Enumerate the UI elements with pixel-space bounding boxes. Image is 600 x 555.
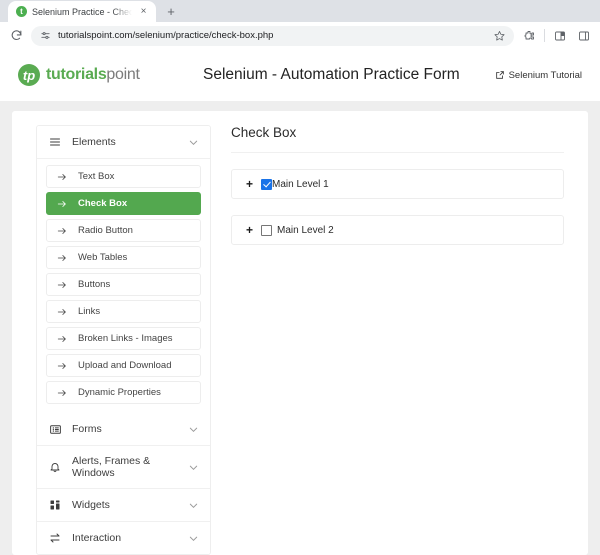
checkbox-main-level-1[interactable]: [261, 179, 272, 190]
sidebar-group-label: Interaction: [72, 532, 177, 544]
sidebar-item-web-tables[interactable]: Web Tables: [46, 246, 201, 269]
swap-arrows-icon: [48, 531, 62, 545]
page-title: Selenium - Automation Practice Form: [203, 66, 495, 84]
selenium-tutorial-link[interactable]: Selenium Tutorial: [495, 70, 582, 81]
chevron-down-icon: [187, 136, 199, 148]
sidebar-group-label: Alerts, Frames & Windows: [72, 455, 177, 479]
logo-mark-icon: tp: [18, 64, 40, 86]
page-viewport: tp tutorialspoint Selenium - Automation …: [0, 49, 600, 555]
sidebar-item-links[interactable]: Links: [46, 300, 201, 323]
new-tab-button[interactable]: +: [160, 1, 182, 22]
extensions-puzzle-icon[interactable]: [520, 27, 538, 45]
arrow-right-icon: [56, 172, 67, 182]
arrow-right-icon: [56, 334, 67, 344]
selenium-tutorial-label: Selenium Tutorial: [509, 70, 582, 81]
split-screen-icon[interactable]: [551, 27, 569, 45]
tab-strip: t Selenium Practice - Check Box × +: [0, 0, 600, 22]
expand-toggle-icon[interactable]: +: [246, 224, 253, 236]
sidebar-group-label: Forms: [72, 423, 177, 435]
bell-icon: [48, 460, 62, 474]
grid-icon: [48, 498, 62, 512]
sidebar-item-label: Links: [78, 306, 100, 317]
main-heading: Check Box: [231, 125, 564, 153]
expand-toggle-icon[interactable]: +: [246, 178, 253, 190]
sidebar-item-label: Text Box: [78, 171, 114, 182]
address-bar[interactable]: tutorialspoint.com/selenium/practice/che…: [31, 26, 514, 46]
sidebar-group-interaction[interactable]: Interaction: [37, 522, 210, 554]
close-icon[interactable]: ×: [137, 5, 150, 18]
browser-tab-active[interactable]: t Selenium Practice - Check Box ×: [8, 1, 156, 22]
arrow-right-icon: [56, 388, 67, 398]
sidebar-group-label: Elements: [72, 136, 177, 148]
sidebar-group-label: Widgets: [72, 499, 177, 511]
site-header: tp tutorialspoint Selenium - Automation …: [0, 49, 600, 101]
browser-window: t Selenium Practice - Check Box × + tuto…: [0, 0, 600, 555]
sidebar-item-buttons[interactable]: Buttons: [46, 273, 201, 296]
sidebar-group-alerts-frames-windows[interactable]: Alerts, Frames & Windows: [37, 446, 210, 489]
sidebar: Elements Text Box: [36, 125, 211, 555]
arrow-right-icon: [56, 253, 67, 263]
logo-bold-text: tutorials: [46, 66, 106, 83]
logo-wordmark: tutorialspoint: [46, 66, 140, 84]
sidebar-item-radio-button[interactable]: Radio Button: [46, 219, 201, 242]
checkbox-main-level-2[interactable]: [261, 225, 272, 236]
sidebar-group-elements[interactable]: Elements: [37, 126, 210, 159]
main-content: Check Box + Main Level 1 + Main Level 2: [211, 125, 588, 555]
sidebar-group-forms[interactable]: Forms: [37, 413, 210, 446]
chevron-down-icon: [187, 532, 199, 544]
sidebar-item-upload-and-download[interactable]: Upload and Download: [46, 354, 201, 377]
hamburger-icon: [48, 135, 62, 149]
sidebar-item-text-box[interactable]: Text Box: [46, 165, 201, 188]
checkbox-row-main-level-2[interactable]: + Main Level 2: [231, 215, 564, 245]
arrow-right-icon: [56, 280, 67, 290]
toolbar-divider: [544, 29, 545, 42]
star-icon[interactable]: [493, 29, 506, 42]
side-panel-icon[interactable]: [575, 27, 593, 45]
site-logo[interactable]: tp tutorialspoint: [18, 64, 203, 86]
sidebar-item-broken-links-images[interactable]: Broken Links - Images: [46, 327, 201, 350]
sidebar-elements-list: Text Box Check Box Radio Button: [37, 159, 210, 413]
sidebar-item-label: Radio Button: [78, 225, 133, 236]
arrow-right-icon: [56, 226, 67, 236]
chevron-down-icon: [187, 461, 199, 473]
chevron-down-icon: [187, 423, 199, 435]
site-settings-icon[interactable]: [39, 30, 51, 42]
checkbox-label: Main Level 1: [272, 179, 329, 190]
sidebar-item-dynamic-properties[interactable]: Dynamic Properties: [46, 381, 201, 404]
sidebar-item-label: Dynamic Properties: [78, 387, 161, 398]
external-link-icon: [495, 70, 505, 80]
sidebar-item-label: Check Box: [78, 198, 127, 209]
arrow-right-icon: [56, 361, 67, 371]
sidebar-item-label: Buttons: [78, 279, 110, 290]
arrow-right-icon: [56, 199, 67, 209]
logo-light-text: point: [106, 66, 139, 83]
sidebar-item-label: Broken Links - Images: [78, 333, 173, 344]
list-icon: [48, 422, 62, 436]
content-card: Elements Text Box: [12, 111, 588, 555]
arrow-right-icon: [56, 307, 67, 317]
checkbox-label: Main Level 2: [277, 225, 334, 236]
sidebar-item-label: Web Tables: [78, 252, 127, 263]
sidebar-item-check-box[interactable]: Check Box: [46, 192, 201, 215]
tab-title: Selenium Practice - Check Box: [32, 7, 132, 17]
checkbox-row-main-level-1[interactable]: + Main Level 1: [231, 169, 564, 199]
browser-toolbar: tutorialspoint.com/selenium/practice/che…: [0, 22, 600, 49]
sidebar-item-label: Upload and Download: [78, 360, 171, 371]
chevron-down-icon: [187, 499, 199, 511]
reload-icon[interactable]: [7, 27, 25, 45]
url-text: tutorialspoint.com/selenium/practice/che…: [58, 30, 486, 41]
tutorialspoint-favicon: t: [16, 6, 27, 17]
sidebar-group-widgets[interactable]: Widgets: [37, 489, 210, 522]
